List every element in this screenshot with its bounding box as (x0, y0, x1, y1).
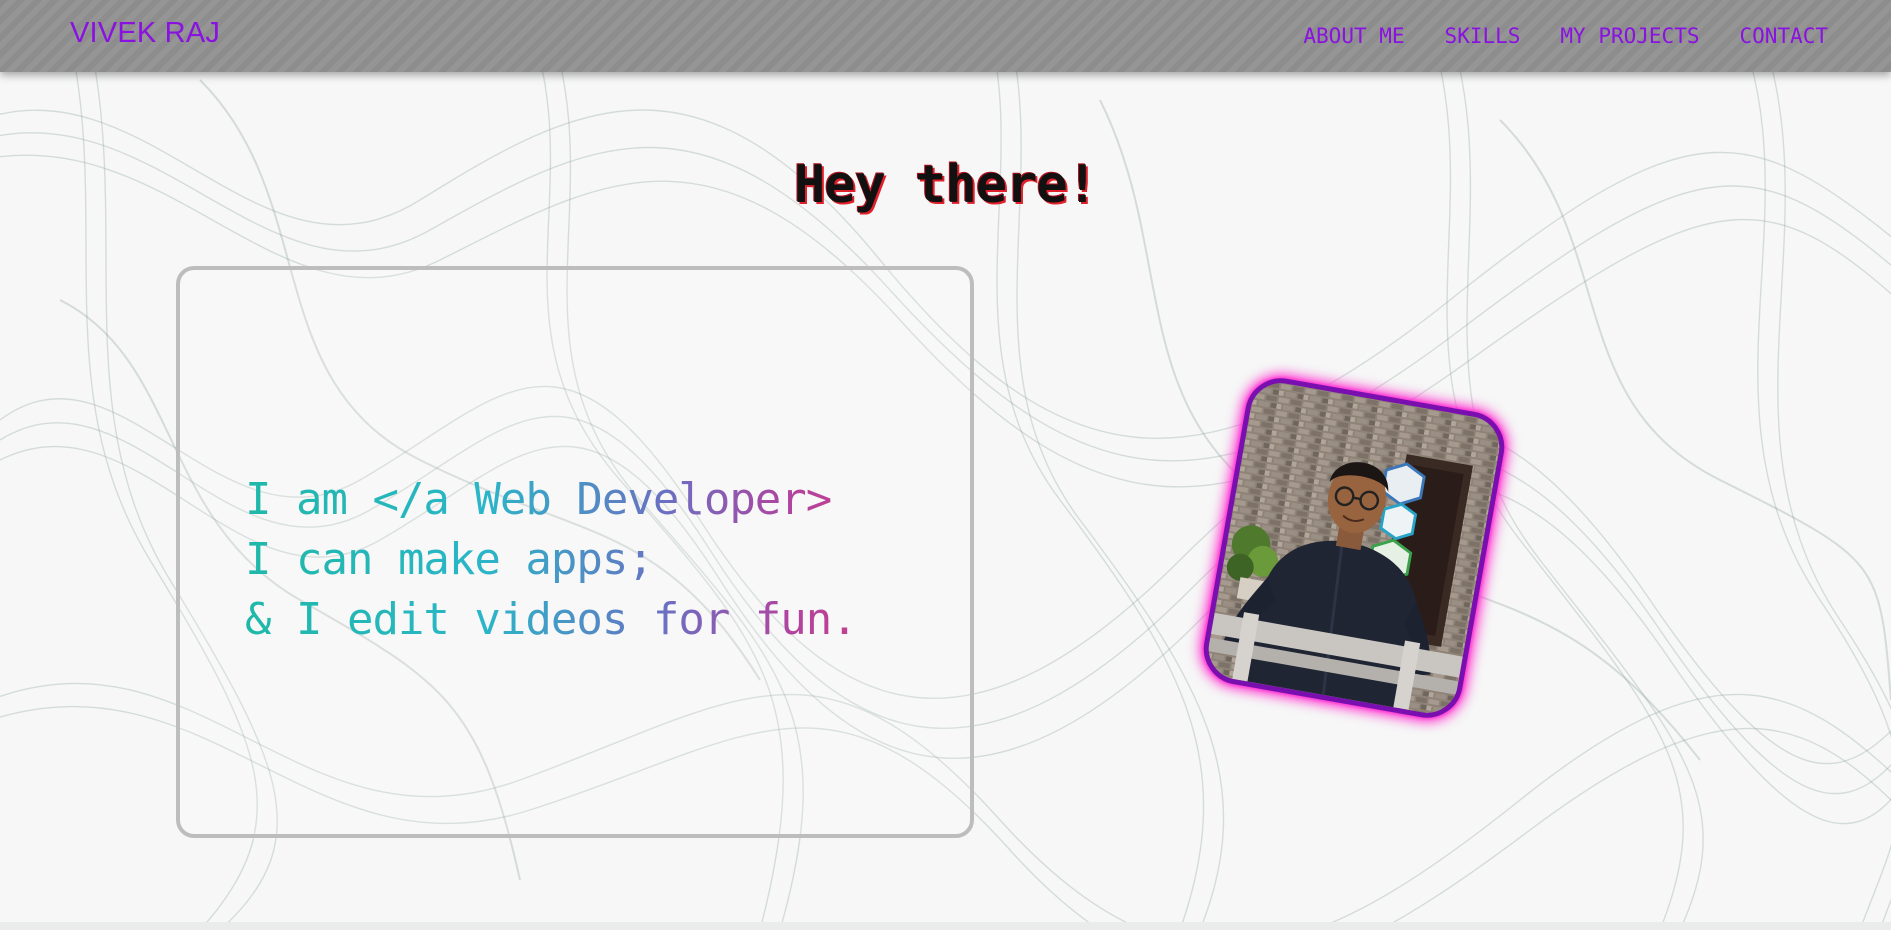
intro-text: I am </a Web Developer> I can make apps;… (245, 470, 925, 650)
intro-line-videos: & I edit videos for fun. (245, 590, 925, 650)
intro-card: I am </a Web Developer> I can make apps;… (176, 266, 974, 838)
profile-photo (1198, 372, 1510, 724)
brand-logo-link[interactable]: VIVEK RAJ (70, 17, 220, 50)
intro-line-web-developer: I am </a Web Developer> (245, 470, 925, 530)
navbar: VIVEK RAJ ABOUT ME SKILLS MY PROJECTS CO… (0, 0, 1891, 72)
bottom-strip (0, 922, 1891, 930)
hero-heading: Hey there! (793, 155, 1098, 215)
profile-photo-image (1203, 378, 1505, 718)
nav-link-contact[interactable]: CONTACT (1739, 24, 1828, 48)
intro-line-apps: I can make apps; (245, 530, 925, 590)
nav-link-my-projects[interactable]: MY PROJECTS (1560, 24, 1699, 48)
nav-link-about-me[interactable]: ABOUT ME (1303, 24, 1404, 48)
nav-links: ABOUT ME SKILLS MY PROJECTS CONTACT (1303, 24, 1828, 48)
nav-link-skills[interactable]: SKILLS (1445, 24, 1521, 48)
